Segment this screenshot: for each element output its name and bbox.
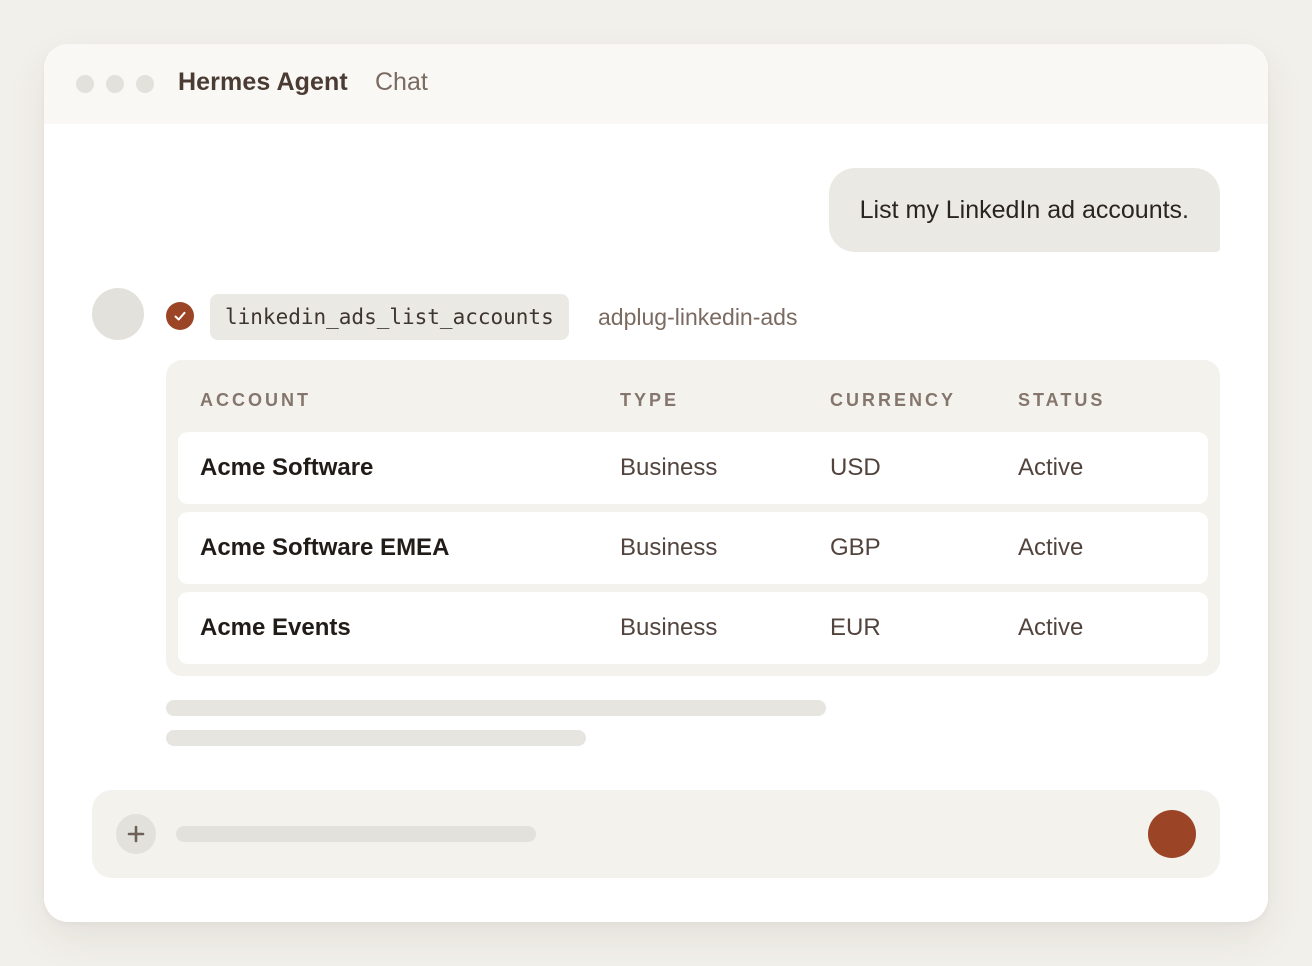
account-name: Acme Software [200,454,374,481]
response-text-placeholder [166,730,586,746]
account-type: Business [620,454,718,481]
send-button[interactable] [1148,810,1196,858]
message-composer [92,790,1220,878]
response-text-placeholder [166,700,826,716]
plus-icon[interactable] [116,814,156,854]
account-status: Active [1018,534,1084,561]
column-header-currency: CURRENCY [830,390,957,410]
tool-call-chip[interactable]: linkedin_ads_list_accounts [210,294,569,340]
check-icon [166,302,194,330]
table-row: Acme Events Business EUR Active [178,592,1208,664]
column-header-type: TYPE [620,390,680,410]
app-section: Chat [375,68,428,96]
title-bar: Hermes Agent Chat [44,44,1268,124]
window-controls [76,75,154,93]
tool-call-name: linkedin_ads_list_accounts [225,305,554,329]
accounts-table: ACCOUNT TYPE CURRENCY STATUS Acme Softwa… [166,360,1220,676]
minimize-window-dot[interactable] [106,75,124,93]
account-status: Active [1018,454,1084,481]
user-message-text: List my LinkedIn ad accounts. [859,195,1189,224]
user-message: List my LinkedIn ad accounts. [828,168,1220,252]
account-currency: EUR [830,614,881,641]
table-row: Acme Software EMEA Business GBP Active [178,512,1208,584]
account-name: Acme Events [200,614,351,641]
account-name: Acme Software EMEA [200,534,450,561]
agent-avatar [92,288,144,340]
app-title: Hermes Agent [178,68,348,96]
account-currency: USD [830,454,881,481]
close-window-dot[interactable] [76,75,94,93]
account-currency: GBP [830,534,881,561]
maximize-window-dot[interactable] [136,75,154,93]
account-type: Business [620,534,718,561]
column-header-status: STATUS [1018,390,1106,410]
table-row: Acme Software Business USD Active [178,432,1208,504]
app-window: Hermes Agent Chat List my LinkedIn ad ac… [44,44,1268,922]
message-input[interactable] [176,826,536,842]
account-status: Active [1018,614,1084,641]
account-type: Business [620,614,718,641]
tool-call-source: adplug-linkedin-ads [598,304,798,330]
column-header-account: ACCOUNT [200,390,311,410]
